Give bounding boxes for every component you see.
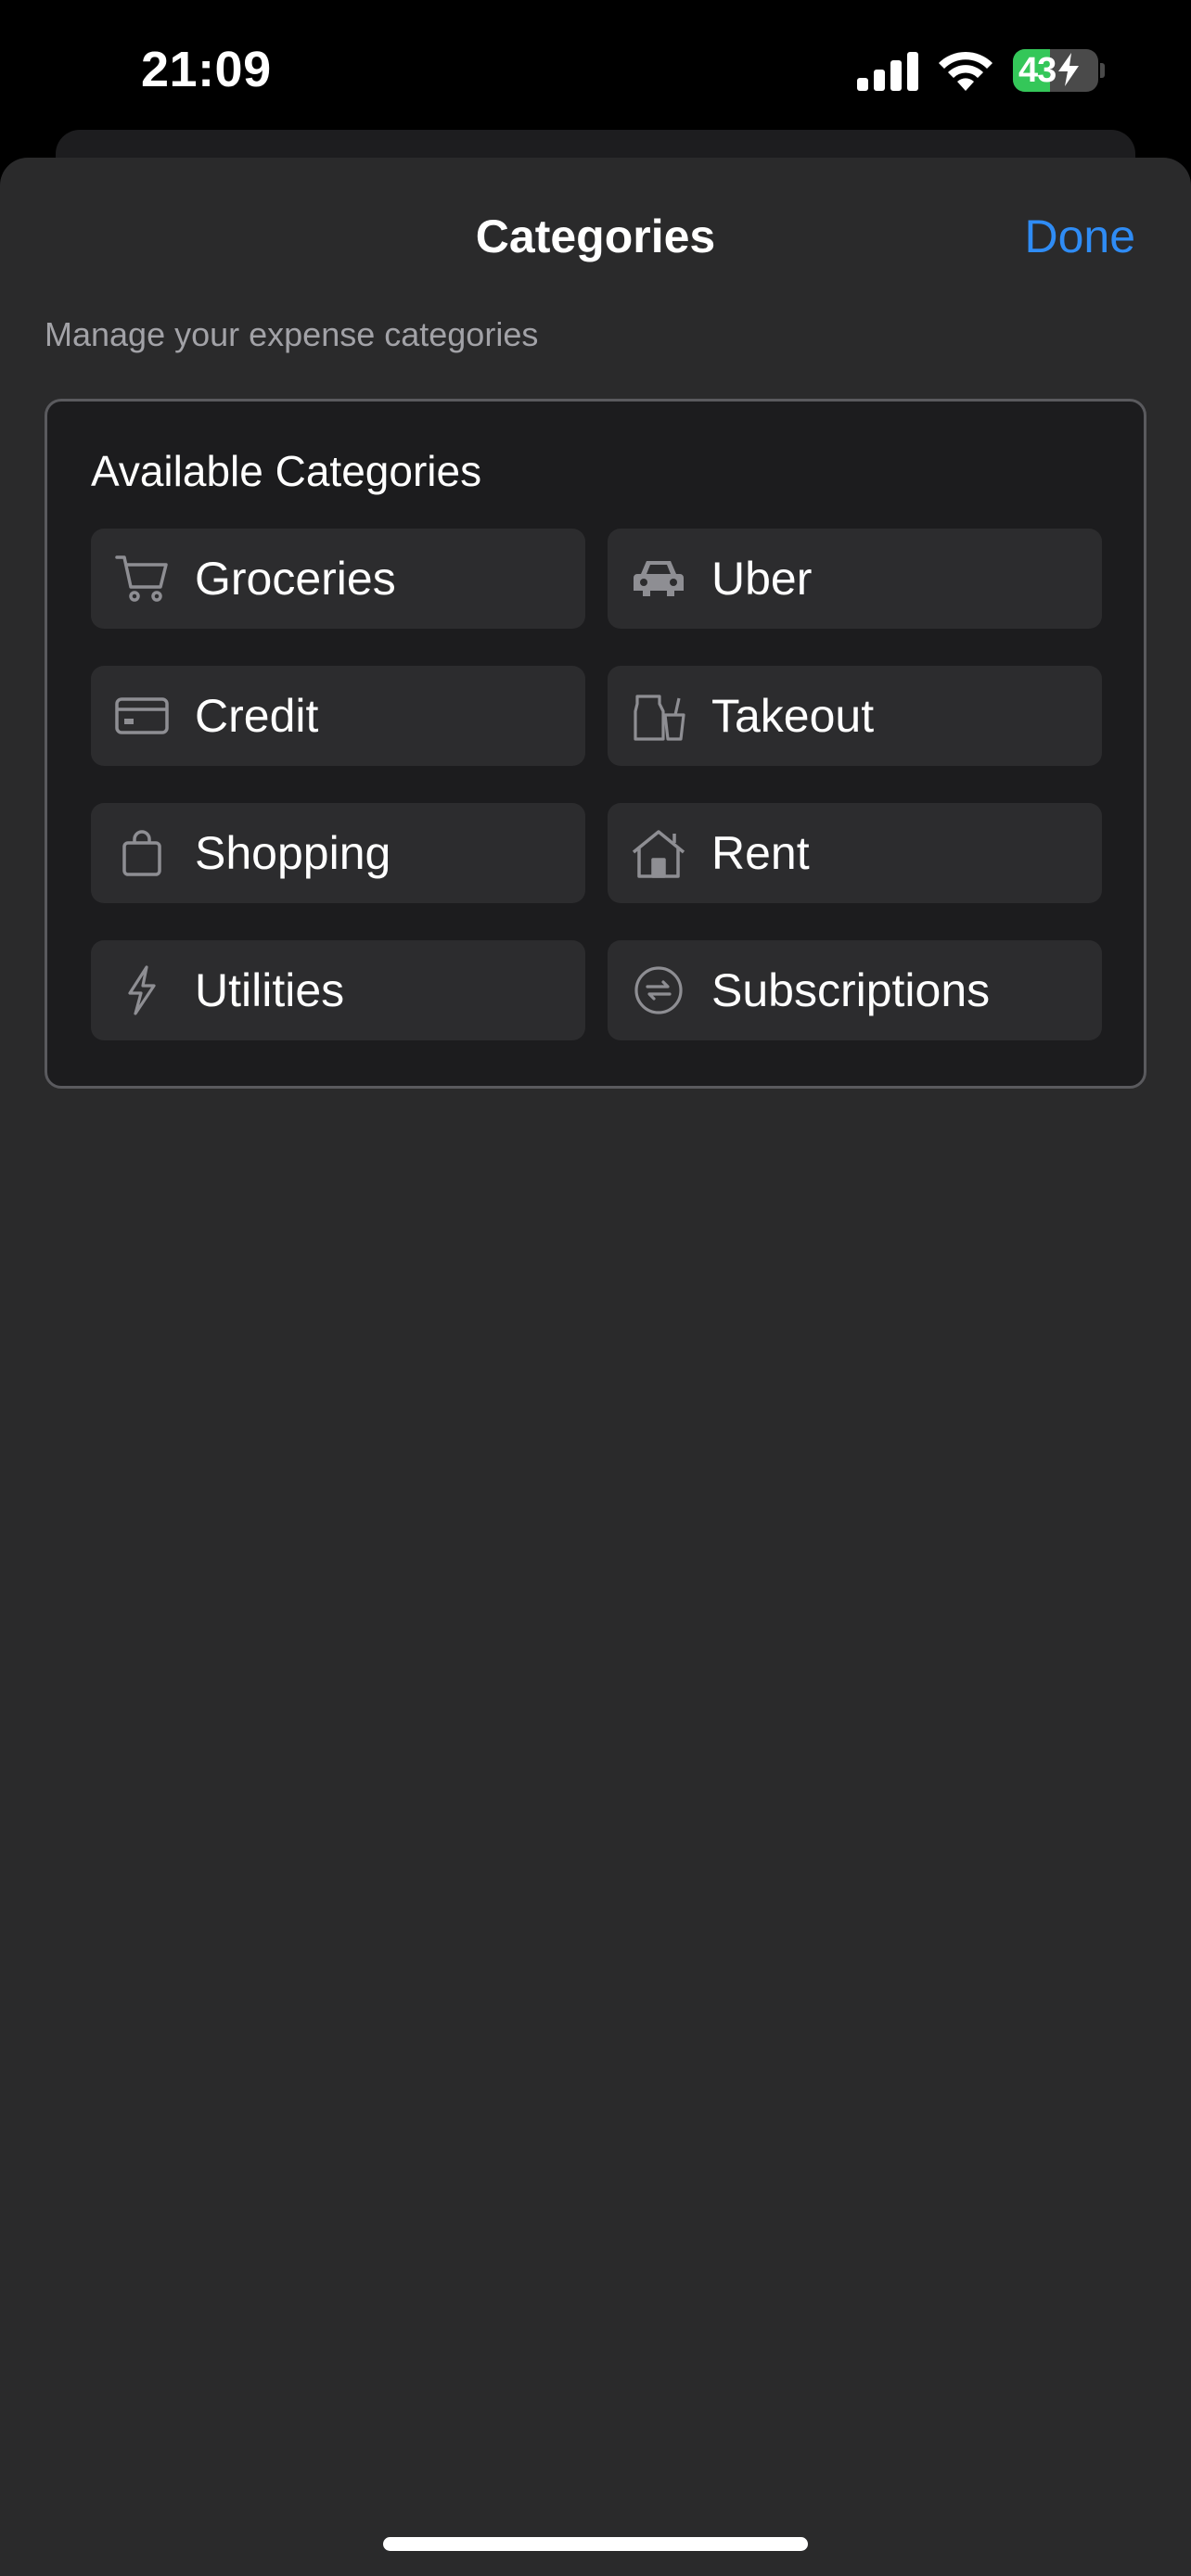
battery-indicator: 43 xyxy=(1013,49,1098,92)
categories-grid: Groceries Uber Credit Takeout Shopping R… xyxy=(91,529,1102,1040)
wifi-icon xyxy=(939,51,992,91)
category-label: Takeout xyxy=(711,690,875,742)
category-takeout[interactable]: Takeout xyxy=(608,666,1102,766)
category-utilities[interactable]: Utilities xyxy=(91,940,585,1040)
category-label: Uber xyxy=(711,553,813,605)
done-button[interactable]: Done xyxy=(1024,210,1135,263)
takeout-cup-icon xyxy=(632,691,685,741)
categories-sheet: Categories Done Manage your expense cate… xyxy=(0,158,1191,2576)
category-subscriptions[interactable]: Subscriptions xyxy=(608,940,1102,1040)
bolt-icon xyxy=(1058,53,1080,86)
category-credit[interactable]: Credit xyxy=(91,666,585,766)
shopping-bag-icon xyxy=(115,828,169,878)
category-label: Subscriptions xyxy=(711,964,991,1016)
category-label: Rent xyxy=(711,827,810,879)
category-label: Groceries xyxy=(195,553,396,605)
battery-nub xyxy=(1100,63,1105,78)
available-categories-card: Available Categories Groceries Uber Cred… xyxy=(45,399,1146,1089)
cart-icon xyxy=(115,554,169,604)
battery-percent: 43 xyxy=(1013,49,1098,92)
cellular-signal-icon xyxy=(857,52,918,91)
house-icon xyxy=(632,828,685,878)
category-label: Utilities xyxy=(195,964,345,1016)
status-time: 21:09 xyxy=(141,42,272,97)
sheet-subtitle: Manage your expense categories xyxy=(45,315,539,353)
category-rent[interactable]: Rent xyxy=(608,803,1102,903)
bolt-icon xyxy=(115,965,169,1015)
category-label: Credit xyxy=(195,690,319,742)
card-title: Available Categories xyxy=(91,447,482,495)
category-shopping[interactable]: Shopping xyxy=(91,803,585,903)
recurring-icon xyxy=(632,965,685,1015)
car-icon xyxy=(632,554,685,604)
sheet-title: Categories xyxy=(475,210,716,262)
category-label: Shopping xyxy=(195,827,391,879)
status-bar: 21:09 43 xyxy=(0,0,1191,139)
credit-card-icon xyxy=(115,691,169,741)
category-uber[interactable]: Uber xyxy=(608,529,1102,629)
category-groceries[interactable]: Groceries xyxy=(91,529,585,629)
home-indicator[interactable] xyxy=(383,2537,808,2551)
